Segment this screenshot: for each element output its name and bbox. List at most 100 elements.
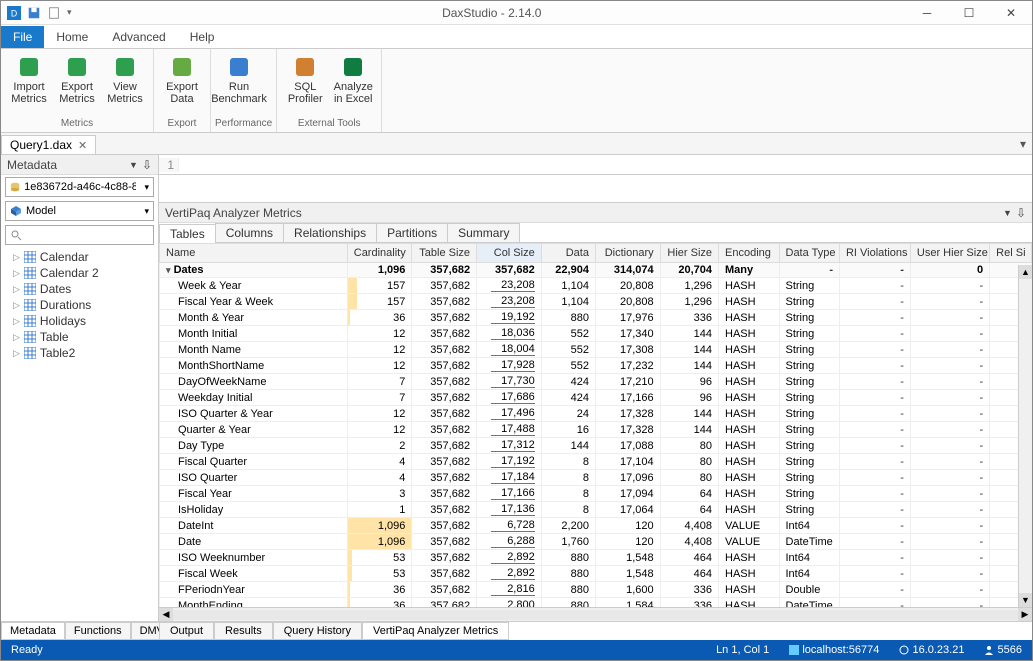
subtab-relationships[interactable]: Relationships [283,223,377,242]
table-row[interactable]: Fiscal Year & Week157357,68223,2081,1042… [160,294,1032,310]
table-row[interactable]: MonthShortName12357,68217,92855217,23214… [160,358,1032,374]
vertical-scrollbar[interactable]: ▲ ▼ [1018,265,1032,607]
cell: 53 [347,550,412,566]
left-tab-metadata[interactable]: Metadata [1,622,65,640]
output-tab-results[interactable]: Results [214,622,273,640]
subtab-summary[interactable]: Summary [447,223,520,242]
table-row[interactable]: Weekday Initial7357,68217,68642417,16696… [160,390,1032,406]
collapse-icon[interactable]: ▾ [166,265,171,275]
chevron-down-icon[interactable]: ▼ [129,160,138,170]
cell: 96 [660,390,718,406]
export-data-button[interactable]: ExportData [158,51,206,117]
new-icon[interactable] [47,6,61,20]
run-benchmark-button[interactable]: RunBenchmark [215,51,263,117]
scroll-up-icon[interactable]: ▲ [1019,265,1032,279]
minimize-button[interactable]: ─ [906,1,948,25]
pin-icon[interactable]: ⇩ [1016,206,1026,220]
expand-icon[interactable]: ▷ [13,332,20,343]
tabs-dropdown-icon[interactable]: ▾ [1014,137,1032,151]
subtab-tables[interactable]: Tables [159,224,216,243]
tree-table-item[interactable]: ▷Calendar [5,249,154,265]
column-header[interactable]: Hier Size [660,244,718,263]
maximize-button[interactable]: ☐ [948,1,990,25]
column-header[interactable]: Rel Si [990,244,1032,263]
table-icon [24,315,36,327]
column-header[interactable]: Dictionary [595,244,660,263]
column-header[interactable]: Data Type [779,244,839,263]
table-row[interactable]: Month Initial12357,68218,03655217,340144… [160,326,1032,342]
table-row[interactable]: ISO Weeknumber53357,6822,8928801,548464H… [160,550,1032,566]
expand-icon[interactable]: ▷ [13,316,20,327]
output-tab-vertipaq-analyzer-metrics[interactable]: VertiPaq Analyzer Metrics [362,622,509,640]
table-row[interactable]: DateInt1,096357,6826,7282,2001204,408VAL… [160,518,1032,534]
tree-table-item[interactable]: ▷Table [5,329,154,345]
import-metrics-button[interactable]: ImportMetrics [5,51,53,117]
table-row[interactable]: ISO Quarter & Year12357,68217,4962417,32… [160,406,1032,422]
table-row[interactable]: Date1,096357,6826,2881,7601204,408VALUED… [160,534,1032,550]
table-row[interactable]: Fiscal Year3357,68217,166817,09464HASHSt… [160,486,1032,502]
database-combo[interactable]: 1e83672d-a46c-4c88-8f22- ▾ [5,177,154,197]
column-header[interactable]: Col Size [477,244,542,263]
tree-table-item[interactable]: ▷Holidays [5,313,154,329]
table-row[interactable]: Fiscal Week53357,6822,8928801,548464HASH… [160,566,1032,582]
table-row[interactable]: ISO Quarter4357,68217,184817,09680HASHSt… [160,470,1032,486]
expand-icon[interactable]: ▷ [13,348,20,359]
scroll-left-icon[interactable]: ◀ [159,608,173,622]
tree-table-item[interactable]: ▷Table2 [5,345,154,361]
scroll-right-icon[interactable]: ▶ [1018,608,1032,622]
analyze-in excel-button[interactable]: Analyzein Excel [329,51,377,117]
chevron-down-icon[interactable]: ▾ [144,206,149,217]
expand-icon[interactable]: ▷ [13,268,20,279]
column-header[interactable]: User Hier Size [910,244,989,263]
summary-row[interactable]: ▾ Dates1,096357,682357,68222,904314,0742… [160,263,1032,278]
table-row[interactable]: Fiscal Quarter4357,68217,192817,10480HAS… [160,454,1032,470]
subtab-columns[interactable]: Columns [215,223,284,242]
tree-table-item[interactable]: ▷Durations [5,297,154,313]
export-metrics-button[interactable]: ExportMetrics [53,51,101,117]
close-icon[interactable]: ✕ [78,139,87,152]
output-tab-output[interactable]: Output [159,622,214,640]
subtab-partitions[interactable]: Partitions [376,223,448,242]
close-button[interactable]: ✕ [990,1,1032,25]
sql-profiler-button[interactable]: SQLProfiler [281,51,329,117]
table-row[interactable]: DayOfWeekName7357,68217,73042417,21096HA… [160,374,1032,390]
scroll-down-icon[interactable]: ▼ [1019,593,1032,607]
output-tab-query-history[interactable]: Query History [273,622,362,640]
svg-text:D: D [11,8,17,18]
table-row[interactable]: FPeriodnYear36357,6822,8168801,600336HAS… [160,582,1032,598]
pin-icon[interactable]: ⇩ [142,158,152,172]
chevron-down-icon[interactable]: ▾ [144,182,149,193]
table-row[interactable]: Month Name12357,68218,00455217,308144HAS… [160,342,1032,358]
table-row[interactable]: Month & Year36357,68219,19288017,976336H… [160,310,1032,326]
ribbon-tab-file[interactable]: File [1,26,44,48]
column-header[interactable]: Data [541,244,595,263]
table-row[interactable]: Day Type2357,68217,31214417,08880HASHStr… [160,438,1032,454]
model-combo[interactable]: Model ▾ [5,201,154,221]
table-row[interactable]: Week & Year157357,68223,2081,10420,8081,… [160,278,1032,294]
horizontal-scrollbar[interactable]: ◀ ▶ [159,607,1032,621]
tree-table-item[interactable]: ▷Calendar 2 [5,265,154,281]
ribbon-tab-help[interactable]: Help [178,26,227,48]
table-row[interactable]: Quarter & Year12357,68217,4881617,328144… [160,422,1032,438]
chevron-down-icon[interactable]: ▼ [1003,208,1012,218]
expand-icon[interactable]: ▷ [13,300,20,311]
table-row[interactable]: IsHoliday1357,68217,136817,06464HASHStri… [160,502,1032,518]
ribbon-tab-advanced[interactable]: Advanced [100,26,177,48]
table-row[interactable]: MonthEnding36357,6822,8008801,584336HASH… [160,598,1032,608]
column-header[interactable]: Cardinality [347,244,412,263]
save-icon[interactable] [27,6,41,20]
ribbon-tab-home[interactable]: Home [44,26,100,48]
column-header[interactable]: Table Size [412,244,477,263]
column-header[interactable]: Name [160,244,348,263]
column-header[interactable]: Encoding [719,244,779,263]
left-tab-functions[interactable]: Functions [65,622,131,640]
column-header[interactable]: RI Violations [839,244,910,263]
view-metrics-button[interactable]: ViewMetrics [101,51,149,117]
document-tab[interactable]: Query1.dax ✕ [1,135,96,154]
qat-dropdown-icon[interactable]: ▾ [67,7,72,18]
expand-icon[interactable]: ▷ [13,284,20,295]
search-input[interactable] [5,225,154,245]
expand-icon[interactable]: ▷ [13,252,20,263]
tree-table-item[interactable]: ▷Dates [5,281,154,297]
cell: 880 [541,582,595,598]
